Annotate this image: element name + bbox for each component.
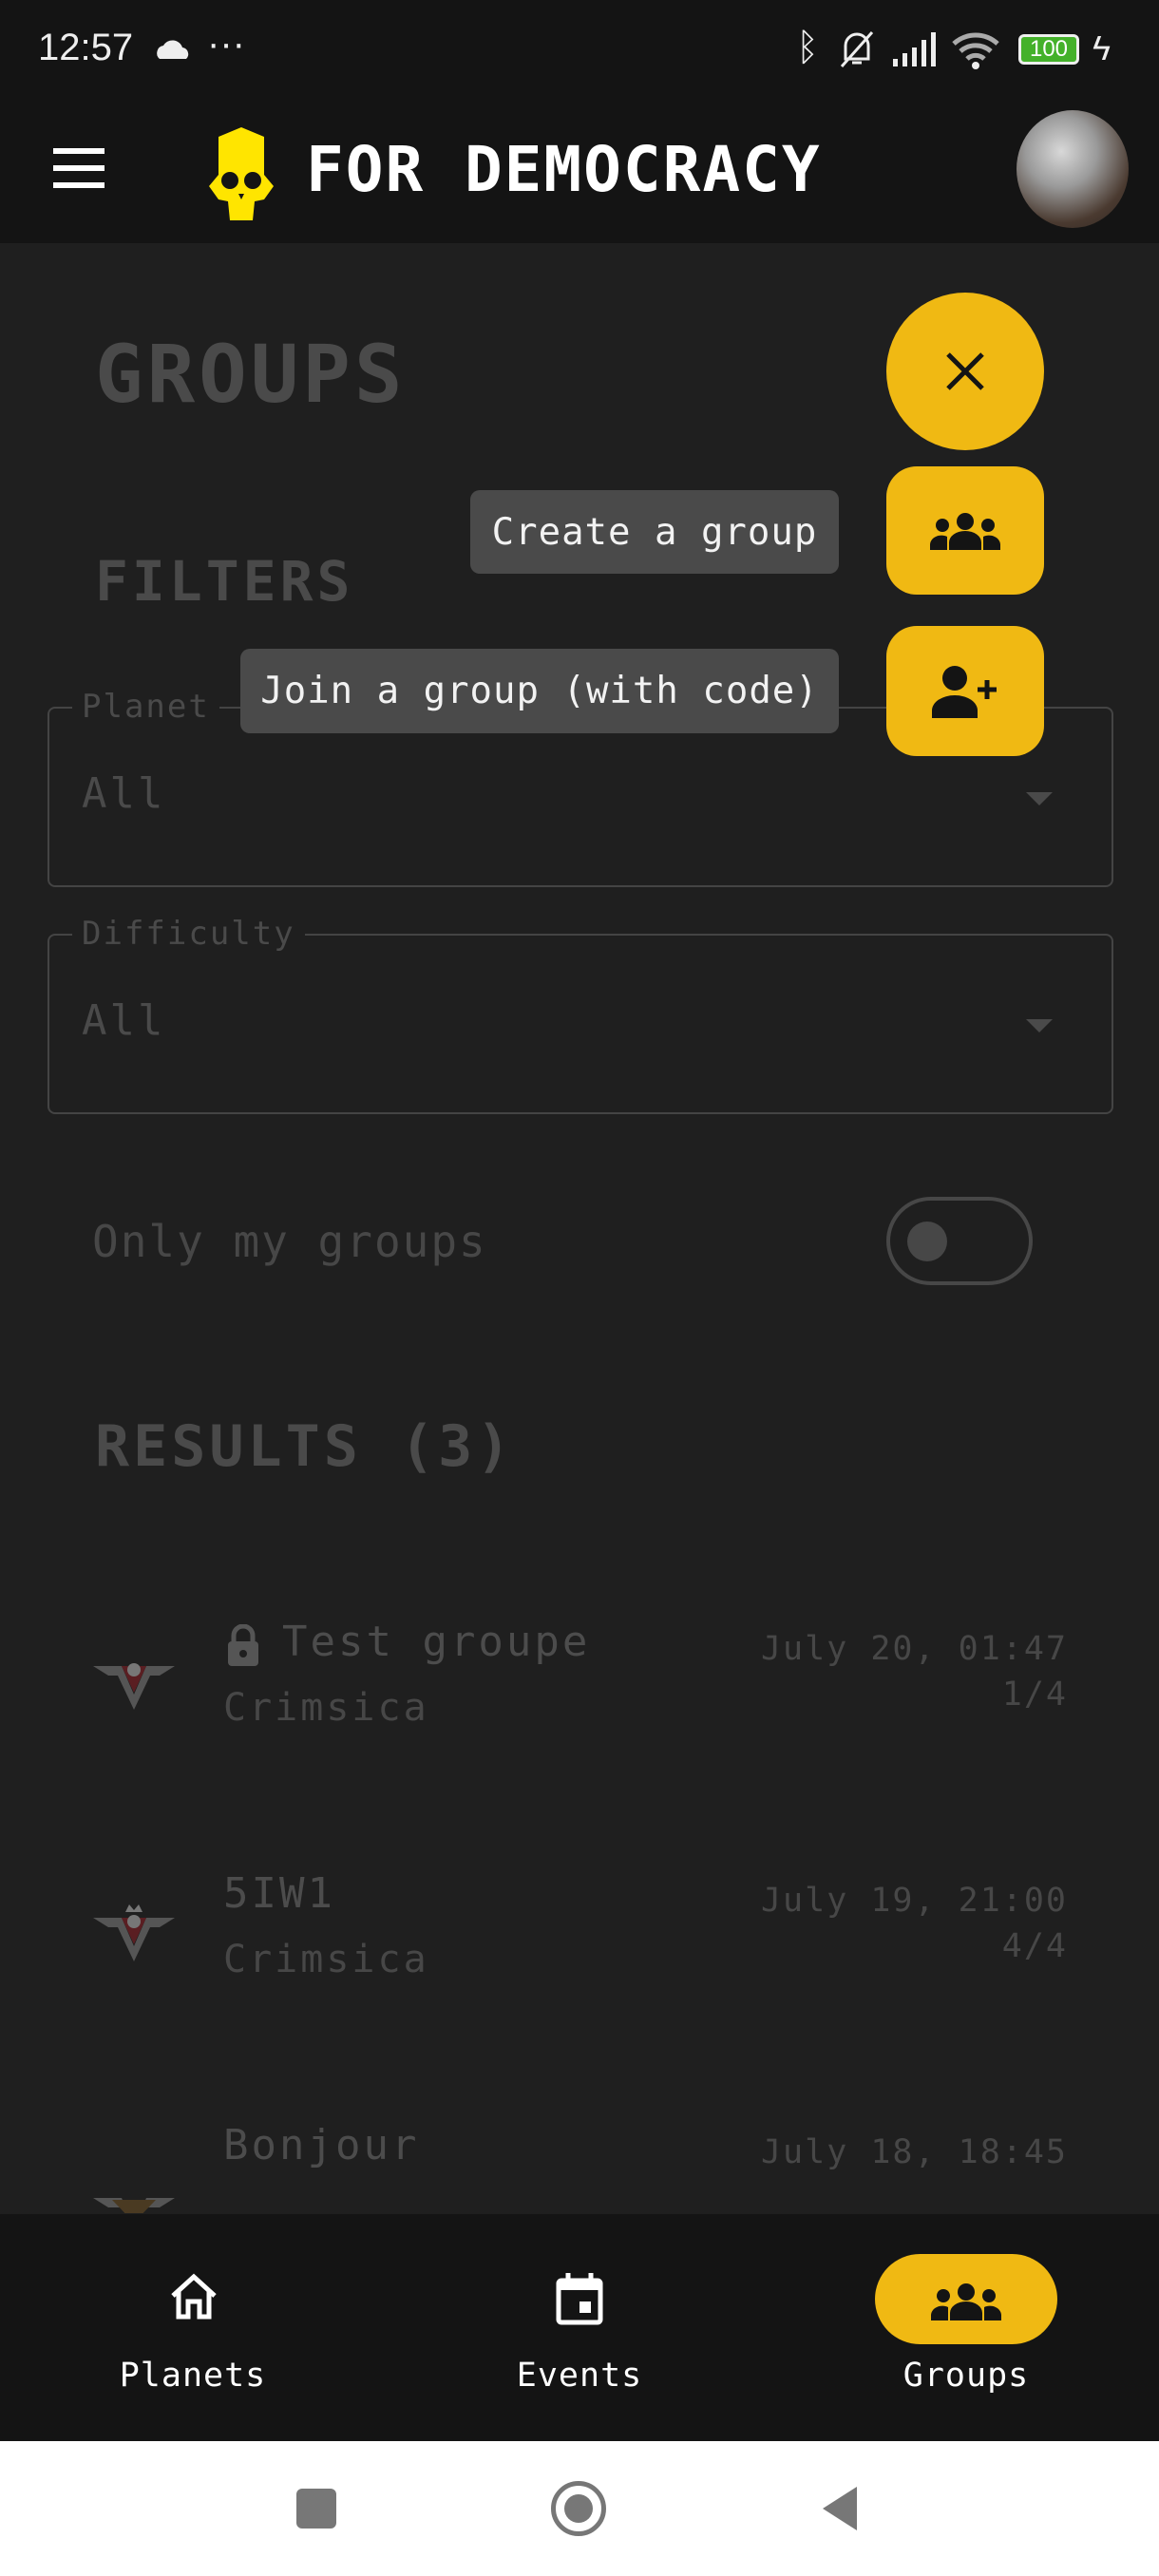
- group-date: July 20, 01:47: [760, 1630, 1068, 1668]
- group-date: July 19, 21:00: [760, 1882, 1068, 1920]
- only-my-groups-toggle[interactable]: [886, 1197, 1033, 1285]
- app-bar: FOR DEMOCRACY: [0, 99, 1159, 243]
- nav-planets-label: Planets: [119, 2357, 267, 2395]
- bottom-navigation: Planets Events Groups: [0, 2214, 1159, 2441]
- dropdown-arrow-icon: [1026, 792, 1053, 805]
- status-bar: 12:57 ··· ᛒ 100 ϟ: [0, 0, 1159, 99]
- dropdown-arrow-icon: [1026, 1019, 1053, 1032]
- skull-logo: [209, 127, 274, 220]
- cloud-icon: [157, 40, 189, 59]
- group-title: Bonjour: [223, 2121, 420, 2169]
- more-notifications: ···: [207, 23, 245, 65]
- battery-icon: 100: [1018, 34, 1079, 65]
- groups-icon: [930, 512, 1000, 550]
- app-title: FOR DEMOCRACY: [306, 133, 822, 206]
- create-group-button[interactable]: [886, 466, 1044, 595]
- group-title: 5IW1: [223, 1869, 335, 1918]
- difficulty-badge-icon: [93, 2198, 175, 2213]
- close-icon: [946, 352, 984, 390]
- nav-planets[interactable]: Planets: [50, 2214, 335, 2441]
- system-navigation-bar: [0, 2441, 1159, 2576]
- lock-icon: [228, 1624, 258, 1666]
- battery-level: 100: [1029, 36, 1069, 62]
- avatar[interactable]: [1016, 110, 1129, 228]
- group-planet: Crimsica: [223, 1938, 429, 1981]
- status-time: 12:57: [38, 27, 134, 68]
- planet-value: All: [82, 769, 166, 818]
- create-group-label: Create a group: [491, 510, 818, 554]
- page-title: GROUPS: [95, 328, 407, 421]
- recents-button[interactable]: [296, 2489, 336, 2529]
- signal-icon: [893, 32, 936, 66]
- group-title: Test groupe: [282, 1618, 591, 1666]
- difficulty-value: All: [82, 996, 166, 1045]
- group-list-item[interactable]: Bonjour July 18, 18:45: [0, 2118, 1159, 2214]
- difficulty-badge-icon: [93, 1663, 175, 1710]
- create-group-tooltip[interactable]: Create a group: [470, 490, 839, 574]
- wifi-icon: [952, 32, 999, 69]
- planet-label: Planet: [72, 688, 219, 726]
- results-heading: RESULTS (3): [95, 1413, 515, 1480]
- group-players: 4/4: [1001, 1927, 1068, 1965]
- charging-icon: ϟ: [1092, 28, 1112, 67]
- only-my-groups-label: Only my groups: [92, 1216, 487, 1267]
- filters-heading: FILTERS: [95, 549, 354, 614]
- back-button[interactable]: [819, 2485, 861, 2532]
- bluetooth-icon: ᛒ: [796, 27, 819, 68]
- nav-events[interactable]: Events: [437, 2214, 722, 2441]
- join-group-button[interactable]: [886, 626, 1044, 756]
- join-group-tooltip[interactable]: Join a group (with code): [240, 649, 839, 733]
- home-icon: [171, 2273, 217, 2320]
- home-button[interactable]: [551, 2481, 606, 2536]
- join-group-label: Join a group (with code): [260, 670, 819, 712]
- difficulty-select[interactable]: Difficulty All: [48, 915, 1113, 1114]
- person-add-icon: [932, 665, 997, 718]
- group-list-item[interactable]: Test groupe Crimsica July 20, 01:47 1/4: [0, 1615, 1159, 1824]
- group-date: July 18, 18:45: [760, 2133, 1068, 2171]
- bell-off-icon: [840, 31, 874, 67]
- close-fab-button[interactable]: [886, 293, 1044, 450]
- group-players: 1/4: [1001, 1676, 1068, 1714]
- groups-icon: [931, 2283, 1001, 2320]
- nav-events-label: Events: [516, 2357, 643, 2395]
- menu-button[interactable]: [53, 148, 104, 190]
- group-planet: Crimsica: [223, 1686, 429, 1730]
- difficulty-label: Difficulty: [72, 915, 305, 953]
- nav-groups-label: Groups: [902, 2357, 1030, 2395]
- calendar-icon: [556, 2273, 603, 2325]
- group-list-item[interactable]: 5IW1 Crimsica July 19, 21:00 4/4: [0, 1866, 1159, 2075]
- difficulty-badge-icon: [93, 1904, 175, 1961]
- nav-groups[interactable]: Groups: [824, 2214, 1109, 2441]
